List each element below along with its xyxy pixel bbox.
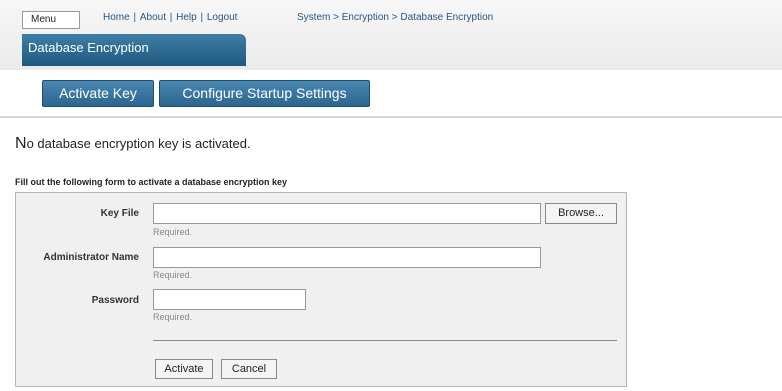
menu-button[interactable]: Menu xyxy=(22,11,80,29)
status-message: No database encryption key is activated. xyxy=(15,135,251,153)
link-separator: | xyxy=(197,12,206,23)
activate-button[interactable]: Activate xyxy=(155,359,213,379)
home-link[interactable]: Home xyxy=(103,12,130,23)
browse-button[interactable]: Browse... xyxy=(545,203,617,224)
configure-startup-settings-button[interactable]: Configure Startup Settings xyxy=(159,80,370,107)
top-nav-links: Home | About | Help | Logout xyxy=(103,12,237,23)
help-link[interactable]: Help xyxy=(176,12,197,23)
status-first-letter: N xyxy=(15,135,27,152)
administrator-name-input[interactable] xyxy=(153,247,541,268)
page-title: Database Encryption xyxy=(22,34,246,66)
toolbar-divider xyxy=(0,116,782,118)
top-header-bar: Menu Home | About | Help | Logout System… xyxy=(0,0,782,70)
key-file-required-hint: Required. xyxy=(153,227,193,237)
logout-link[interactable]: Logout xyxy=(207,12,238,23)
form-caption: Fill out the following form to activate … xyxy=(15,177,288,187)
form-divider xyxy=(153,340,617,341)
cancel-button[interactable]: Cancel xyxy=(221,359,277,379)
password-input[interactable] xyxy=(153,289,306,310)
activate-key-button[interactable]: Activate Key xyxy=(42,80,154,107)
password-label: Password xyxy=(91,295,139,306)
key-file-label: Key File xyxy=(100,208,139,219)
administrator-name-required-hint: Required. xyxy=(153,270,193,280)
link-separator: | xyxy=(130,12,139,23)
link-separator: | xyxy=(166,12,176,23)
password-required-hint: Required. xyxy=(153,312,193,322)
about-link[interactable]: About xyxy=(140,12,166,23)
status-text: o database encryption key is activated. xyxy=(26,136,251,151)
breadcrumb: System > Encryption > Database Encryptio… xyxy=(297,12,494,23)
key-file-input[interactable] xyxy=(153,203,541,224)
activate-key-form: Key File Browse... Required. Administrat… xyxy=(15,192,627,387)
administrator-name-label: Administrator Name xyxy=(43,252,139,263)
